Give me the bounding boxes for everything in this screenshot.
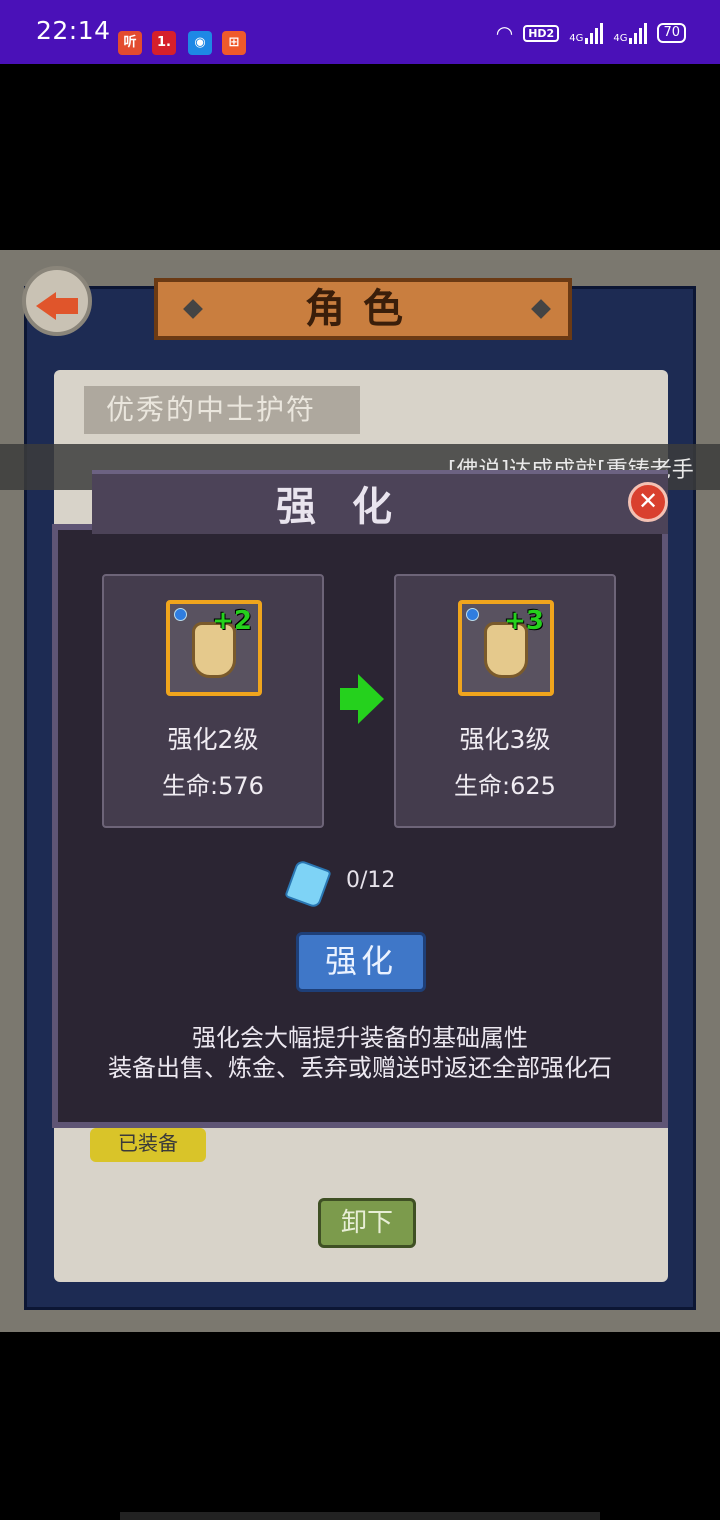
grid-app-icon: ⊞ <box>222 31 246 55</box>
plank-stud-icon <box>531 299 551 319</box>
wifi-icon: ◠ <box>495 21 514 45</box>
one-app-icon: 1. <box>152 31 176 55</box>
signal-label-2: 4G <box>613 33 628 44</box>
listen-app-icon: 听 <box>118 31 142 55</box>
battery-icon: 70 <box>657 23 686 43</box>
plank-stud-icon <box>183 299 203 319</box>
close-button[interactable]: ✕ <box>628 482 668 522</box>
next-level-card: +3 强化3级 生命:625 <box>394 574 616 828</box>
enhance-level-badge: +3 <box>504 606 544 636</box>
amulet-item-icon: +3 <box>458 600 554 696</box>
hint-line-2: 装备出售、炼金、丢弃或赠送时返还全部强化石 <box>108 1054 612 1082</box>
enhance-button[interactable]: 强化 <box>296 932 426 992</box>
signal-icon-2: 4G <box>613 22 648 44</box>
equipped-tag: 已装备 <box>90 1128 206 1162</box>
signal-icon-1: 4G <box>569 22 604 44</box>
status-right-group: ◠ HD2 4G 4G 70 <box>496 18 686 48</box>
next-stat-label: 生命:625 <box>454 772 556 800</box>
page-title: 角色 <box>305 286 421 332</box>
enhance-modal: 强化 ✕ +2 强化2级 生命:576 +3 强化3级 生命:625 0/12 … <box>52 462 668 1128</box>
page-title-plank: 角色 <box>154 278 572 340</box>
modal-title: 强化 <box>276 484 428 530</box>
signal-label-1: 4G <box>569 33 584 44</box>
back-arrow-button[interactable] <box>22 266 92 336</box>
current-level-label: 强化2级 <box>167 725 259 754</box>
quality-gem-icon <box>466 608 479 621</box>
enhance-level-badge: +2 <box>212 606 252 636</box>
circle-app-icon: ◉ <box>188 31 212 55</box>
arrow-right-icon <box>340 672 384 726</box>
status-time: 22:14 <box>36 16 111 45</box>
amulet-item-icon: +2 <box>166 600 262 696</box>
gesture-nav-bar[interactable] <box>120 1512 600 1520</box>
current-level-card: +2 强化2级 生命:576 <box>102 574 324 828</box>
current-stat-label: 生命:576 <box>162 772 264 800</box>
hd-voice-icon: HD2 <box>523 24 560 42</box>
stone-count: 0/12 <box>346 868 396 893</box>
item-name-plate: 优秀的中士护符 <box>84 386 360 434</box>
status-bar: 22:14 听 1. ◉ ⊞ ◠ HD2 4G 4G 70 <box>0 0 720 64</box>
quality-gem-icon <box>174 608 187 621</box>
unequip-button[interactable]: 卸下 <box>318 1198 416 1248</box>
next-level-label: 强化3级 <box>459 725 551 754</box>
